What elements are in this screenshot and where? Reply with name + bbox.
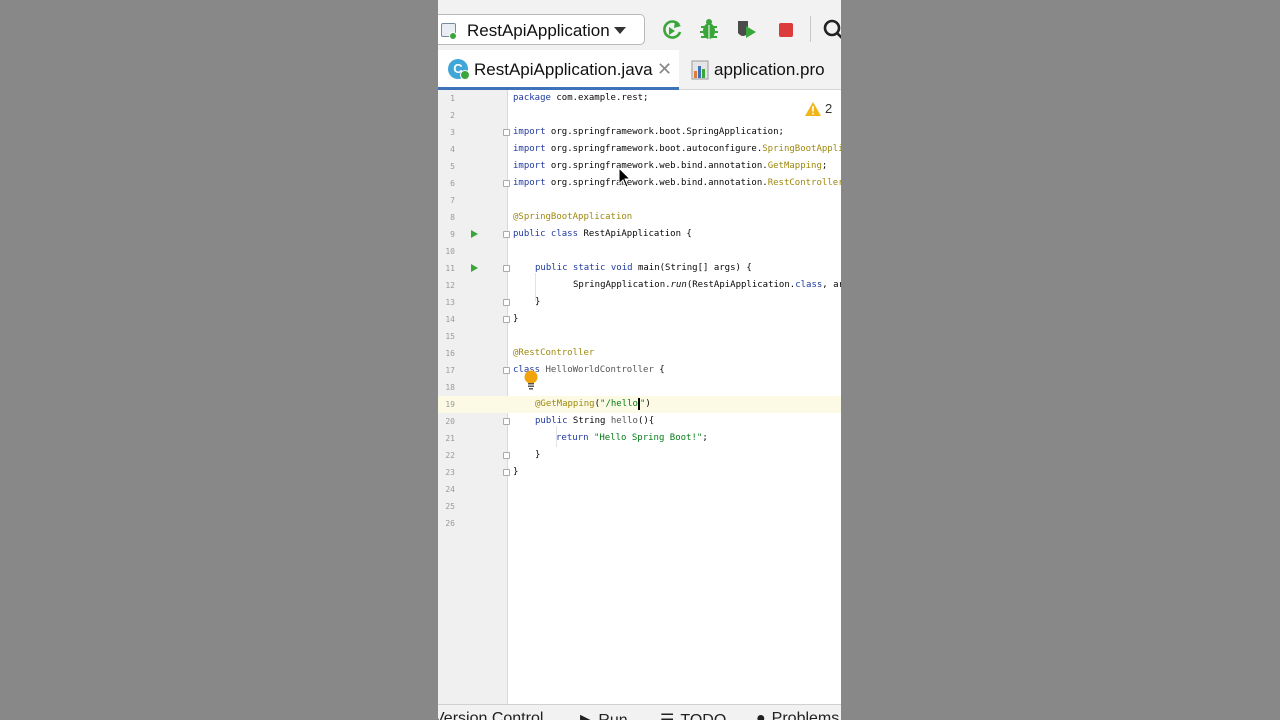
info-icon: ● xyxy=(756,710,766,720)
code-line[interactable]: 2 xyxy=(438,107,841,124)
fold-marker-icon[interactable] xyxy=(503,231,510,238)
code-line[interactable]: 10 xyxy=(438,243,841,260)
tool-window-bar: Version Control ▶ Run ☰ TODO ● Problems xyxy=(438,704,841,720)
code-line[interactable]: 9 public class RestApiApplication { xyxy=(438,226,841,243)
stop-icon xyxy=(779,23,793,37)
fold-marker-icon[interactable] xyxy=(503,418,510,425)
code-line[interactable]: 25 xyxy=(438,498,841,515)
rerun-icon xyxy=(663,20,682,39)
debug-button[interactable] xyxy=(696,17,722,43)
toolbar-divider xyxy=(810,16,811,42)
indent-guide xyxy=(535,273,536,301)
run-config-label: RestApiApplication xyxy=(467,21,610,40)
code-line[interactable]: 8 @SpringBootApplication xyxy=(438,209,841,226)
code-line[interactable]: 6 import org.springframework.web.bind.an… xyxy=(438,175,841,192)
tab-label: RestApiApplication.java xyxy=(474,60,653,79)
code-line[interactable]: 23 } xyxy=(438,464,841,481)
search-icon xyxy=(823,19,841,39)
run-with-coverage-button[interactable] xyxy=(734,17,760,43)
code-line[interactable]: 13 } xyxy=(438,294,841,311)
code-line[interactable]: 20 public String hello(){ xyxy=(438,413,841,430)
fold-marker-icon[interactable] xyxy=(503,316,510,323)
fold-marker-icon[interactable] xyxy=(503,265,510,272)
code-editor[interactable]: 1 package com.example.rest; 2 3 import o… xyxy=(438,90,841,704)
run-tab[interactable]: ▶ Run xyxy=(580,710,628,720)
warning-count: 2 xyxy=(825,101,833,116)
close-icon[interactable]: ✕ xyxy=(657,59,672,80)
code-line[interactable]: 14 } xyxy=(438,311,841,328)
tab-label: application.pro xyxy=(714,60,825,79)
fold-marker-icon[interactable] xyxy=(503,367,510,374)
code-line[interactable]: 16 @RestController xyxy=(438,345,841,362)
code-line[interactable]: 12 SpringApplication.run(RestApiApplicat… xyxy=(438,277,841,294)
todo-label: TODO xyxy=(680,712,726,720)
fold-marker-icon[interactable] xyxy=(503,469,510,476)
code-line[interactable]: 11 public static void main(String[] args… xyxy=(438,260,841,277)
code-line[interactable]: 3 import org.springframework.boot.Spring… xyxy=(438,124,841,141)
coverage-icon xyxy=(738,21,756,38)
toolbar: RestApiApplication xyxy=(438,0,841,50)
play-icon: ▶ xyxy=(580,710,592,720)
problems-tab[interactable]: ● Problems xyxy=(756,710,839,720)
code-line[interactable]: 26 xyxy=(438,515,841,532)
code-line[interactable]: 22 } xyxy=(438,447,841,464)
code-line[interactable]: 15 xyxy=(438,328,841,345)
code-line[interactable]: 18 xyxy=(438,379,841,396)
code-line[interactable]: 24 xyxy=(438,481,841,498)
properties-file-icon xyxy=(691,60,709,80)
code-line[interactable]: 1 package com.example.rest; xyxy=(438,90,841,107)
search-button[interactable] xyxy=(821,17,841,43)
code-line[interactable]: 5 import org.springframework.web.bind.an… xyxy=(438,158,841,175)
chevron-down-icon xyxy=(614,27,626,34)
version-control-label: Version Control xyxy=(438,710,544,720)
list-icon: ☰ xyxy=(660,710,674,720)
run-label: Run xyxy=(598,712,627,720)
debug-icon xyxy=(700,19,718,39)
indent-guide xyxy=(556,426,557,447)
fold-marker-icon[interactable] xyxy=(503,129,510,136)
tab-restapiapplication-java[interactable]: C RestApiApplication.java ✕ xyxy=(438,50,679,91)
lightbulb-icon[interactable] xyxy=(524,370,538,390)
run-config-icon xyxy=(441,23,457,40)
mouse-pointer-icon xyxy=(618,167,632,188)
fold-marker-icon[interactable] xyxy=(503,299,510,306)
java-class-icon: C xyxy=(448,59,470,80)
todo-tab[interactable]: ☰ TODO xyxy=(660,710,726,720)
fold-marker-icon[interactable] xyxy=(503,452,510,459)
rerun-button[interactable] xyxy=(659,17,685,43)
current-code-line[interactable]: 19 @GetMapping("/hello ") xyxy=(438,396,841,413)
version-control-tab[interactable]: Version Control xyxy=(438,710,543,720)
code-line[interactable]: 4 import org.springframework.boot.autoco… xyxy=(438,141,841,158)
editor-tab-bar: C RestApiApplication.java ✕ application.… xyxy=(438,50,841,91)
code-line[interactable]: 17 class HelloWorldController { xyxy=(438,362,841,379)
run-configuration-selector[interactable]: RestApiApplication xyxy=(438,14,645,45)
run-gutter-icon[interactable] xyxy=(471,230,478,238)
code-line[interactable]: 7 xyxy=(438,192,841,209)
fold-marker-icon[interactable] xyxy=(503,180,510,187)
tab-application-properties[interactable]: application.pro xyxy=(679,50,841,90)
run-gutter-icon[interactable] xyxy=(471,264,478,272)
warning-icon xyxy=(805,102,821,116)
code-line[interactable]: 21 return "Hello Spring Boot!"; xyxy=(438,430,841,447)
ide-window: RestApiApplication C RestApiApplication.… xyxy=(438,0,841,720)
problems-label: Problems xyxy=(771,710,840,720)
stop-button[interactable] xyxy=(773,17,799,43)
